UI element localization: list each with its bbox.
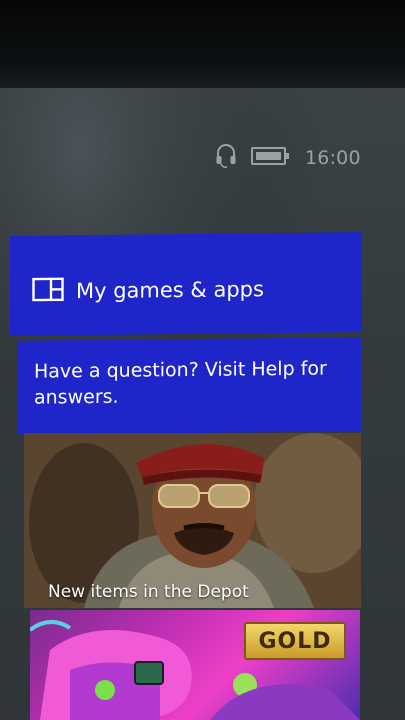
my-games-apps-tile[interactable]: My games & apps	[10, 232, 362, 336]
gold-badge: GOLD	[244, 622, 346, 660]
depot-caption: New items in the Depot	[48, 582, 249, 602]
depot-tile[interactable]: New items in the Depot	[24, 433, 361, 608]
help-tile[interactable]: Have a question? Visit Help for answers.	[18, 337, 361, 435]
clock-time: 16:00	[305, 147, 361, 169]
status-bar: 16:00	[215, 143, 375, 173]
headset-icon	[215, 143, 237, 173]
monitor-bezel	[0, 0, 405, 92]
my-games-apps-label: My games & apps	[76, 277, 264, 304]
games-apps-icon	[32, 277, 64, 305]
battery-icon	[251, 145, 291, 171]
gold-tile[interactable]: GOLD	[30, 610, 360, 720]
help-text: Have a question? Visit Help for answers.	[34, 357, 327, 409]
